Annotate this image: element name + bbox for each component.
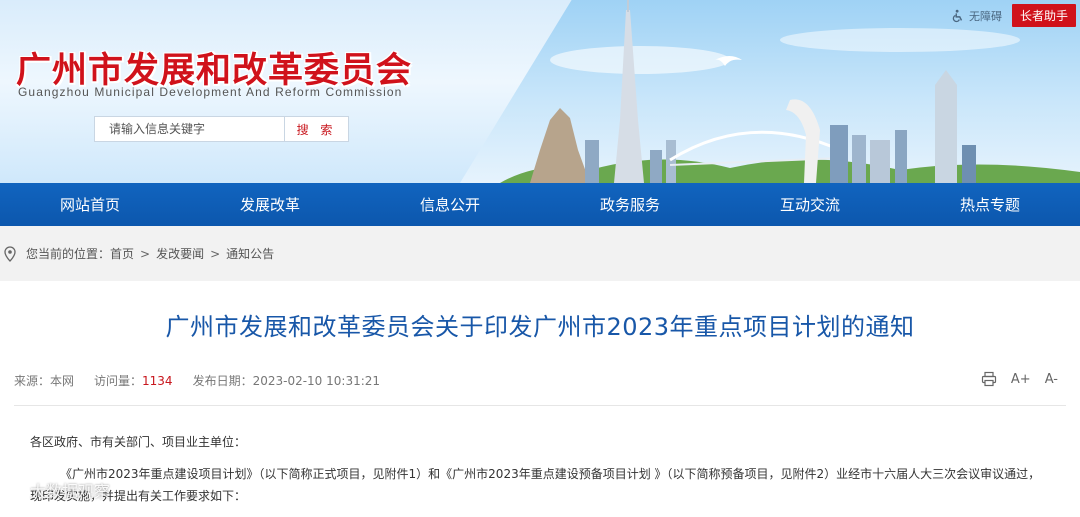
search-button[interactable]: 搜 索 — [284, 117, 348, 141]
article-source: 来源：本网 — [14, 374, 75, 388]
nav-item-government-services[interactable]: 政务服务 — [540, 183, 720, 226]
nav-item-interaction[interactable]: 互动交流 — [720, 183, 900, 226]
breadcrumb-prefix: 您当前的位置： — [26, 247, 111, 261]
breadcrumb-notices[interactable]: 通知公告 — [226, 245, 274, 262]
main-nav: 网站首页 发展改革 信息公开 政务服务 互动交流 热点专题 — [0, 183, 1080, 226]
article-visits: 访问量：1134 — [94, 372, 173, 389]
article-panel: 广州市发展和改革委员会关于印发广州市2023年重点项目计划的通知 来源：本网 访… — [0, 281, 1080, 517]
print-button[interactable] — [981, 371, 997, 387]
nav-item-hot-topics[interactable]: 热点专题 — [900, 183, 1080, 226]
watermark-logo-icon — [7, 481, 25, 499]
article-date: 发布日期：2023-02-10 10:31:21 — [192, 374, 381, 388]
article-title: 广州市发展和改革委员会关于印发广州市2023年重点项目计划的通知 — [165, 313, 915, 341]
watermark: 大数据观察 — [6, 478, 110, 502]
city-skyline-image — [500, 0, 1080, 183]
nav-item-info-disclosure[interactable]: 信息公开 — [360, 183, 540, 226]
elder-assist-button[interactable]: 长者助手 — [1011, 4, 1076, 27]
search-input[interactable] — [95, 117, 284, 141]
site-subtitle: Guangzhou Municipal Development And Refo… — [18, 85, 403, 99]
meta-divider — [14, 405, 1066, 406]
breadcrumb: 您当前的位置： 首页 > 发改要闻 > 通知公告 — [0, 226, 1080, 281]
article-salutation: 各区政府、市有关部门、项目业主单位： — [30, 435, 247, 449]
breadcrumb-news[interactable]: 发改要闻 — [156, 245, 204, 262]
watermark-text: 大数据观察 — [30, 482, 111, 501]
article-tools: A+ A- — [981, 371, 1058, 387]
accessibility-label: 无障碍 — [968, 9, 1002, 23]
font-smaller-button[interactable]: A- — [1045, 372, 1058, 387]
breadcrumb-home[interactable]: 首页 — [110, 245, 134, 262]
location-pin-icon — [4, 245, 16, 262]
wheelchair-icon — [952, 9, 963, 22]
visits-label: 访问量： — [94, 374, 143, 388]
search-box: 搜 索 — [94, 116, 349, 142]
breadcrumb-separator: > — [140, 246, 151, 261]
breadcrumb-separator: > — [210, 246, 221, 261]
article-paragraph: 《广州市2023年重点建设项目计划》（以下简称正式项目，见附件1）和《广州市20… — [30, 467, 1041, 503]
accessibility-link[interactable]: 无障碍 — [951, 8, 1002, 24]
header-banner: 广州市发展和改革委员会 Guangzhou Municipal Developm… — [0, 0, 1080, 183]
visits-count: 1134 — [142, 374, 173, 388]
print-icon — [981, 371, 996, 387]
article-meta: 来源：本网 访问量：1134 发布日期：2023-02-10 10:31:21 — [14, 372, 380, 389]
nav-item-home[interactable]: 网站首页 — [0, 183, 180, 226]
nav-item-development-reform[interactable]: 发展改革 — [180, 183, 360, 226]
top-utility-bar: 无障碍 长者助手 — [951, 4, 1076, 27]
font-larger-button[interactable]: A+ — [1011, 372, 1031, 387]
